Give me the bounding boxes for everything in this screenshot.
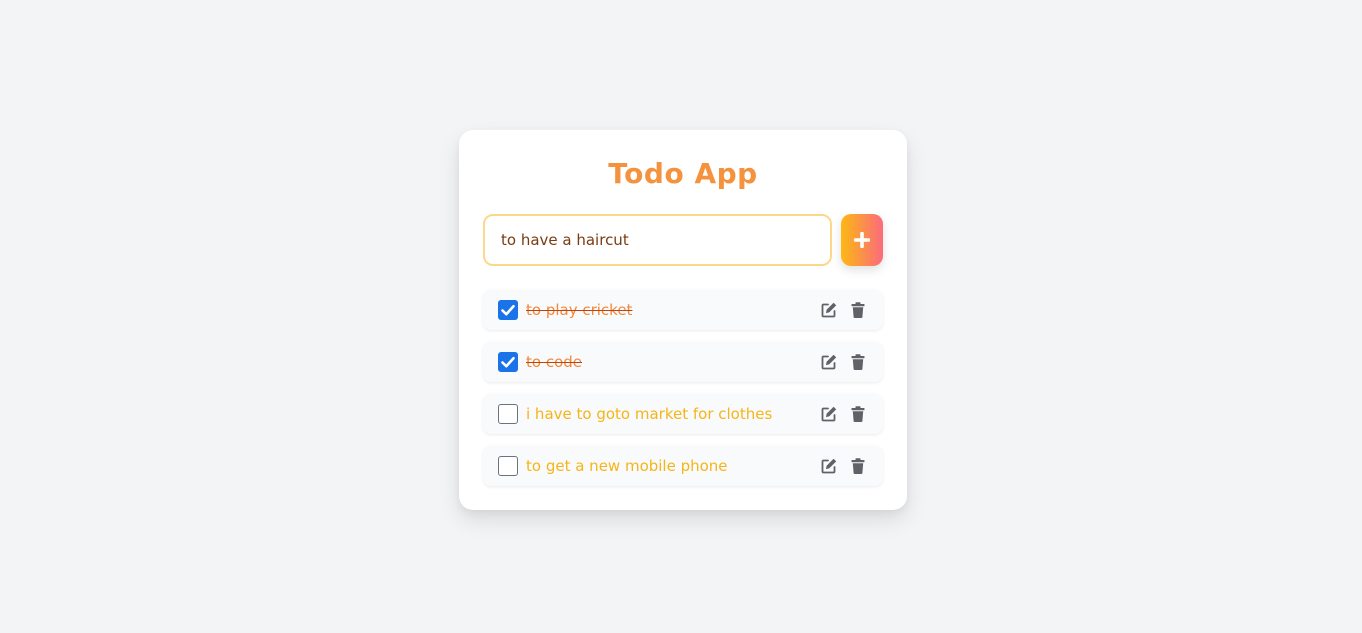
edit-icon: [821, 458, 837, 474]
todo-list: to play cricket to code i have to goto mar…: [483, 290, 883, 498]
delete-button[interactable]: [849, 301, 867, 319]
delete-button[interactable]: [849, 353, 867, 371]
todo-item: to get a new mobile phone: [483, 446, 883, 486]
edit-button[interactable]: [820, 301, 838, 319]
edit-button[interactable]: [820, 353, 838, 371]
delete-button[interactable]: [849, 405, 867, 423]
edit-button[interactable]: [820, 405, 838, 423]
checkmark-icon: [501, 356, 515, 368]
plus-icon: [854, 232, 870, 248]
trash-icon: [851, 406, 865, 422]
todo-text: to code: [526, 353, 583, 371]
todo-text: i have to goto market for clothes: [526, 405, 773, 423]
todo-checkbox[interactable]: [498, 456, 518, 476]
trash-icon: [851, 458, 865, 474]
add-button[interactable]: [841, 214, 883, 266]
todo-text: to get a new mobile phone: [526, 457, 728, 475]
todo-checkbox[interactable]: [498, 404, 518, 424]
todo-input[interactable]: [483, 214, 832, 266]
todo-item: i have to goto market for clothes: [483, 394, 883, 434]
todo-checkbox[interactable]: [498, 352, 518, 372]
todo-card: Todo App to play cricket to code i have to…: [459, 130, 907, 510]
trash-icon: [851, 354, 865, 370]
todo-item: to play cricket: [483, 290, 883, 330]
trash-icon: [851, 302, 865, 318]
edit-button[interactable]: [820, 457, 838, 475]
checkmark-icon: [501, 304, 515, 316]
add-todo-row: [483, 214, 883, 266]
todo-item: to code: [483, 342, 883, 382]
edit-icon: [821, 354, 837, 370]
delete-button[interactable]: [849, 457, 867, 475]
edit-icon: [821, 302, 837, 318]
todo-text: to play cricket: [526, 301, 633, 319]
todo-checkbox[interactable]: [498, 300, 518, 320]
edit-icon: [821, 406, 837, 422]
app-title: Todo App: [608, 157, 758, 190]
